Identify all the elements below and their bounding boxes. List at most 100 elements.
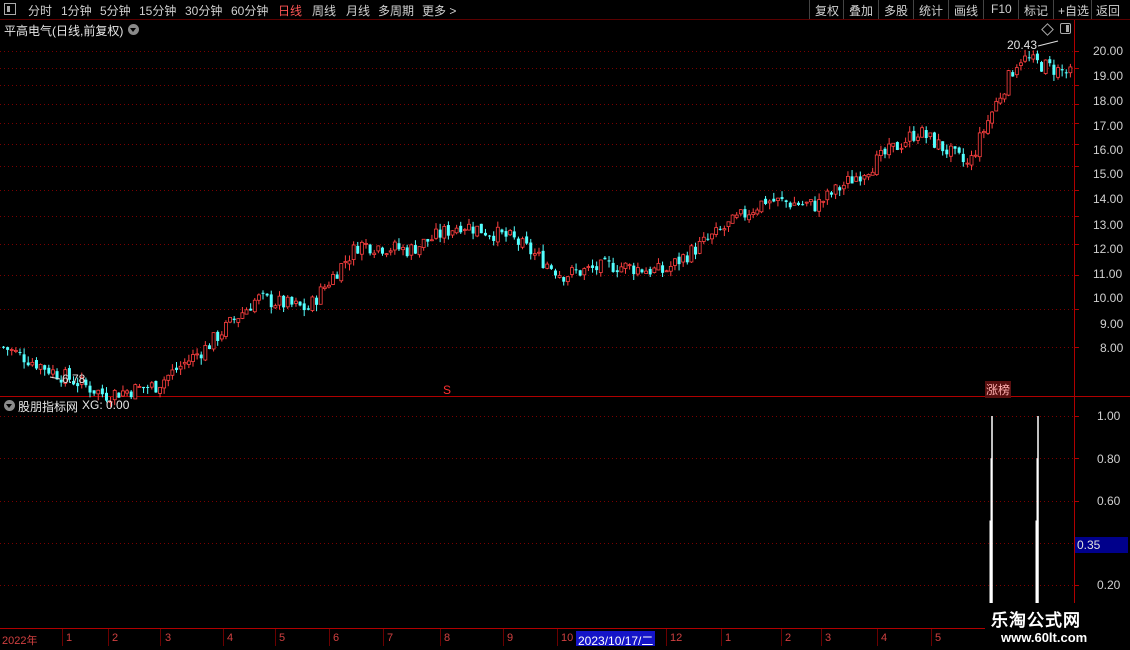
candle-body [294, 300, 298, 304]
stock-title: 平高电气(日线,前复权) [4, 24, 124, 38]
candle-body [648, 268, 652, 275]
candle-body [347, 260, 352, 265]
candle-body [726, 221, 731, 227]
candle-body [191, 354, 195, 362]
candle-body [565, 276, 570, 283]
candle-body [874, 154, 879, 175]
cursor-value: 0.35 [1077, 538, 1101, 552]
candle-body [359, 241, 364, 255]
candle-body [640, 269, 644, 273]
candle-body [388, 250, 393, 253]
candle-body [178, 365, 183, 370]
candle-body [553, 270, 557, 276]
candle-body [574, 269, 578, 271]
month-label: 2 [112, 632, 119, 644]
candle-body [829, 192, 833, 195]
month-label: 3 [825, 632, 832, 644]
candle-body [759, 200, 764, 213]
chevron-down-icon[interactable] [128, 24, 139, 35]
candle-body [747, 214, 751, 221]
candle-body [269, 294, 273, 308]
candle-body [154, 380, 158, 393]
candle-body [1023, 55, 1027, 62]
candle-body [706, 238, 710, 240]
candle-body [697, 241, 702, 254]
candle-body [965, 162, 970, 165]
candle-body [578, 270, 582, 276]
candle-body [1064, 72, 1068, 74]
candle-body [26, 362, 30, 366]
candle-body [635, 267, 640, 275]
candle-body [953, 146, 957, 149]
candle-body [158, 386, 162, 394]
candle-body [376, 245, 381, 252]
candle-body [224, 322, 228, 337]
month-label: 5 [279, 632, 286, 644]
candle-body [426, 239, 430, 242]
month-label: 3 [165, 632, 172, 644]
candle-body [607, 260, 611, 262]
price-tick: 16.00 [1093, 143, 1124, 157]
candle-body [343, 261, 348, 264]
candle-body [743, 209, 747, 218]
candle-body [495, 226, 500, 243]
candle-body [912, 130, 916, 141]
candle-body [710, 233, 714, 240]
chevron-down-icon[interactable] [4, 400, 15, 411]
candle-body [520, 238, 525, 248]
candle-body [858, 176, 862, 182]
candle-body [483, 232, 487, 236]
candle-body [479, 223, 483, 234]
candle-body [1035, 53, 1039, 61]
candle-body [372, 252, 377, 255]
panel-toggle-icon[interactable] [1060, 23, 1071, 34]
candle-body [244, 309, 249, 315]
candle-body [883, 148, 887, 155]
candle-body [219, 334, 224, 340]
candle-body [977, 132, 982, 158]
indicator-xg-value: XG: 0.00 [82, 398, 130, 412]
month-label: 6 [333, 632, 340, 644]
candle-body [322, 286, 327, 289]
price-tick: 19.00 [1093, 69, 1124, 83]
candle-body [384, 253, 389, 256]
candle-body [644, 270, 648, 274]
candle-body [677, 256, 681, 265]
candle-body [454, 227, 459, 234]
candle-body [557, 275, 562, 278]
candle-body [813, 200, 817, 212]
candle-body [261, 292, 265, 294]
candle-body [887, 143, 892, 156]
candle-body [895, 142, 899, 150]
candle-body [899, 147, 904, 150]
candle-body [772, 198, 776, 202]
candle-body [475, 225, 480, 237]
high-pointer-line [1037, 40, 1059, 47]
candle-body [252, 299, 257, 313]
candle-body [446, 225, 450, 236]
candle-body [920, 127, 924, 138]
limit-up-marker[interactable]: 涨榜 [985, 381, 1012, 398]
price-tick: 20.00 [1093, 44, 1124, 58]
kline-chart-svg[interactable] [0, 0, 1130, 650]
candle-body [998, 97, 1003, 104]
candle-body [162, 379, 167, 389]
candle-body [364, 242, 368, 245]
candle-body [870, 171, 875, 176]
candle-body [273, 305, 278, 309]
indicator-name: 股朋指标网 [18, 400, 79, 414]
candle-body [405, 247, 409, 257]
candle-body [195, 353, 200, 356]
candle-body [318, 286, 323, 305]
candle-body [356, 245, 360, 254]
candle-body [216, 331, 220, 341]
candle-body [1043, 59, 1048, 74]
candle-body [125, 390, 129, 394]
candle-body [450, 230, 455, 236]
s-marker[interactable]: S [443, 383, 451, 397]
candle-body [945, 149, 949, 155]
candle-body [438, 229, 442, 238]
candle-body [285, 296, 290, 308]
candle-body [846, 175, 850, 184]
indicator-tick: 1.00 [1097, 409, 1121, 423]
